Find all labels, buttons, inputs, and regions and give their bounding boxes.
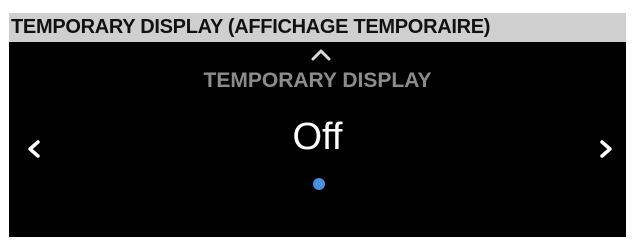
setting-label: TEMPORARY DISPLAY xyxy=(203,69,432,92)
chevron-up-icon[interactable] xyxy=(310,48,332,62)
setting-value: Off xyxy=(292,116,343,158)
display-screen: TEMPORARY DISPLAY Off xyxy=(9,42,626,237)
header-bar: TEMPORARY DISPLAY (AFFICHAGE TEMPORAIRE) xyxy=(9,13,626,42)
page-title: TEMPORARY DISPLAY (AFFICHAGE TEMPORAIRE) xyxy=(11,16,491,38)
chevron-right-icon[interactable] xyxy=(599,139,613,159)
page-indicator-dot xyxy=(313,178,325,190)
